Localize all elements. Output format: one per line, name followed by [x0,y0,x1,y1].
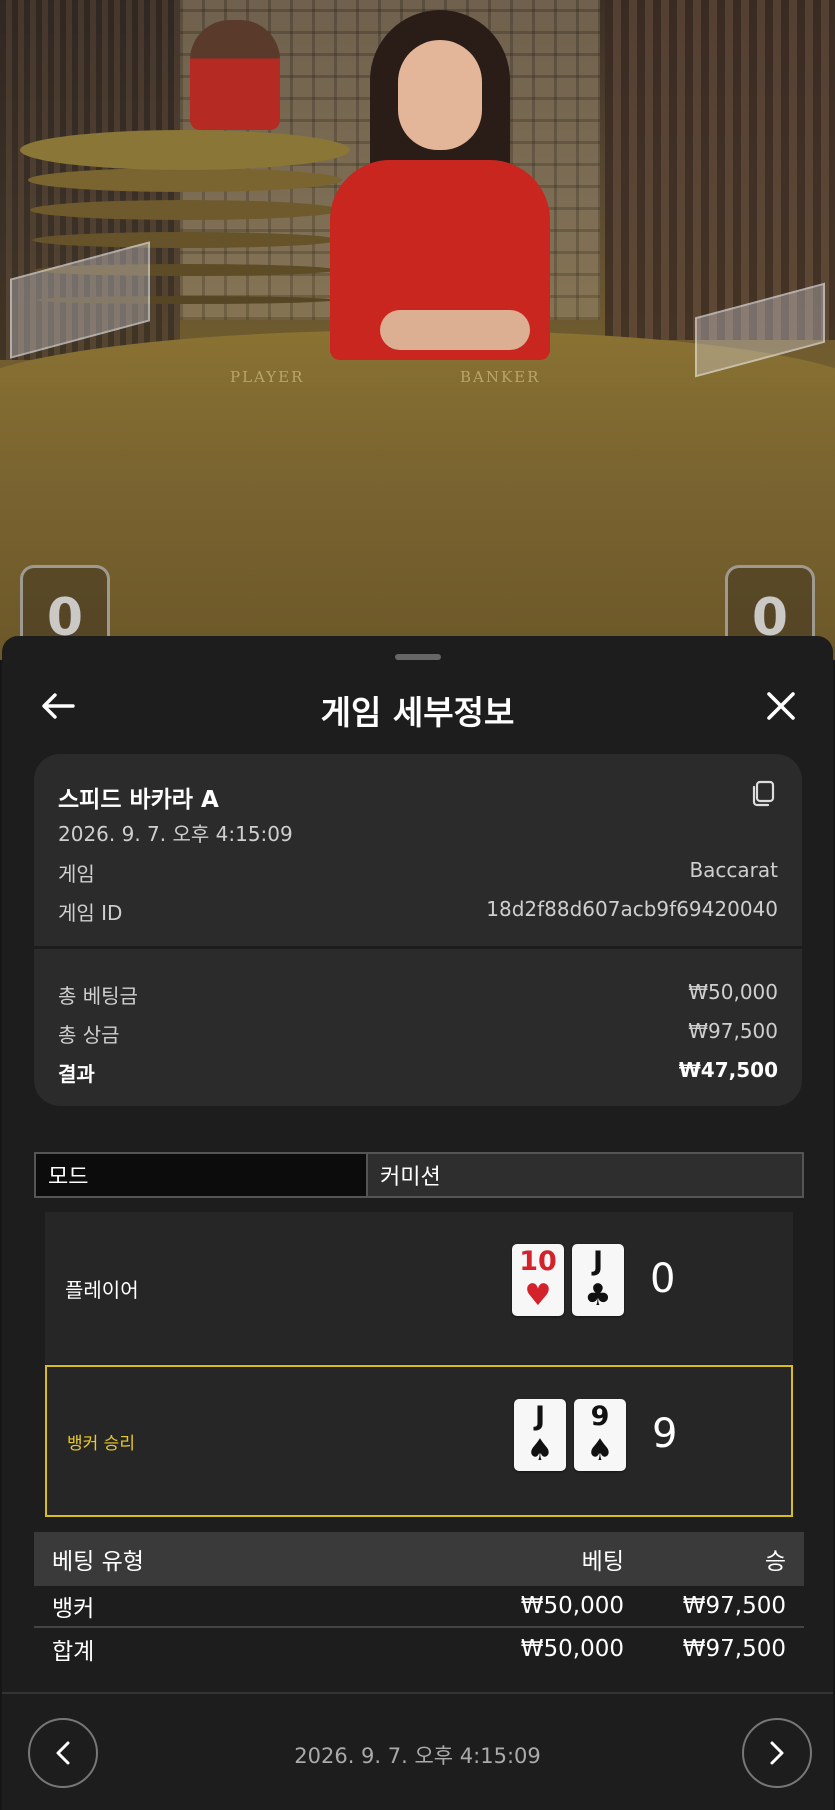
chevron-right-icon [770,1741,784,1765]
banker-hand-label: 뱅커 승리 [67,1434,135,1454]
banker-hand: 뱅커 승리 J ♠ 9 ♠ 9 [45,1365,793,1517]
sheet-header: 게임 세부정보 [2,676,833,736]
background-dealer [190,20,280,130]
divider [34,946,802,949]
game-name: 스피드 바카라 A [58,787,219,813]
result-label: 결과 [58,1062,95,1086]
player-hand: 플레이어 10 ♥ J ♣ 0 [45,1212,793,1364]
background-table [20,130,350,170]
game-datetime: 2026. 9. 7. 오후 4:15:09 [58,822,293,846]
game-type-value: Baccarat [689,858,778,882]
playing-card: 10 ♥ [512,1244,564,1316]
game-type-row: 게임 Baccarat [58,858,778,887]
copy-icon[interactable] [750,780,776,808]
card-rank: 9 [590,1401,610,1432]
result-row: 결과 ₩47,500 [58,1058,778,1087]
total-bet-value: ₩50,000 [688,980,778,1004]
felt-banker-label: BANKER [460,368,541,386]
heart-suit-icon: ♥ [524,1278,552,1313]
card-rank: 10 [519,1246,557,1277]
player-hand-label: 플레이어 [65,1278,139,1302]
total-bet-label: 총 베팅금 [58,984,138,1008]
club-suit-icon: ♣ [584,1278,612,1313]
mode-label: 모드 [36,1154,368,1196]
mode-bar: 모드 커미션 [34,1152,804,1198]
game-id-value: 18d2f88d607acb9f69420040 [486,897,778,921]
dealer [320,10,560,360]
playing-card: J ♠ [514,1399,566,1471]
drag-handle[interactable] [395,654,441,660]
bet-type: 뱅커 [52,1596,95,1622]
card-rank: J [592,1246,604,1277]
mode-value: 커미션 [368,1154,802,1196]
banker-cards: J ♠ 9 ♠ [514,1399,626,1471]
bet-amount: ₩50,000 [520,1593,624,1619]
table-row: 합계 ₩50,000 ₩97,500 [34,1628,804,1670]
total-win-label: 총 상금 [58,1023,120,1047]
win-amount: ₩97,500 [682,1593,786,1619]
baccarat-table [0,330,835,660]
spade-suit-icon: ♠ [526,1433,554,1468]
game-summary-card: 스피드 바카라 A 2026. 9. 7. 오후 4:15:09 게임 Bacc… [34,754,802,1106]
close-icon [767,692,795,720]
game-type-label: 게임 [58,862,95,886]
playing-card: 9 ♠ [574,1399,626,1471]
live-video-stream: PLAYER BANKER 0 0 [0,0,835,660]
page-title: 게임 세부정보 [320,693,515,732]
next-game-button[interactable] [742,1718,812,1788]
total-bet-row: 총 베팅금 ₩50,000 [58,980,778,1009]
player-cards: 10 ♥ J ♣ [512,1244,624,1316]
divider [2,1692,833,1694]
footer-datetime: 2026. 9. 7. 오후 4:15:09 [294,1744,541,1768]
felt-player-label: PLAYER [230,368,305,386]
player-hand-score: 0 [650,1256,676,1302]
win-amount-header: 승 [764,1549,786,1575]
bet-amount-header: 베팅 [581,1549,624,1575]
total-win-value: ₩97,500 [688,1019,778,1043]
close-button[interactable] [759,684,803,728]
total-win-row: 총 상금 ₩97,500 [58,1019,778,1048]
playing-card: J ♣ [572,1244,624,1316]
spade-suit-icon: ♠ [586,1433,614,1468]
bet-amount: ₩50,000 [520,1636,624,1662]
bet-table: 베팅 유형 베팅 승 뱅커 ₩50,000 ₩97,500 합계 ₩50,000… [34,1532,804,1670]
banker-hand-score: 9 [652,1411,678,1457]
card-rank: J [534,1401,546,1432]
game-details-sheet: 게임 세부정보 스피드 바카라 A 2026. 9. 7. 오후 4:15:09… [2,636,833,1810]
game-id-label: 게임 ID [58,901,123,925]
win-amount: ₩97,500 [682,1636,786,1662]
game-id-row: 게임 ID 18d2f88d607acb9f69420040 [58,897,778,926]
bet-type-header: 베팅 유형 [52,1549,144,1575]
bet-table-header: 베팅 유형 베팅 승 [34,1532,804,1586]
result-value: ₩47,500 [678,1058,778,1082]
bet-type: 합계 [52,1639,95,1665]
table-row: 뱅커 ₩50,000 ₩97,500 [34,1586,804,1628]
